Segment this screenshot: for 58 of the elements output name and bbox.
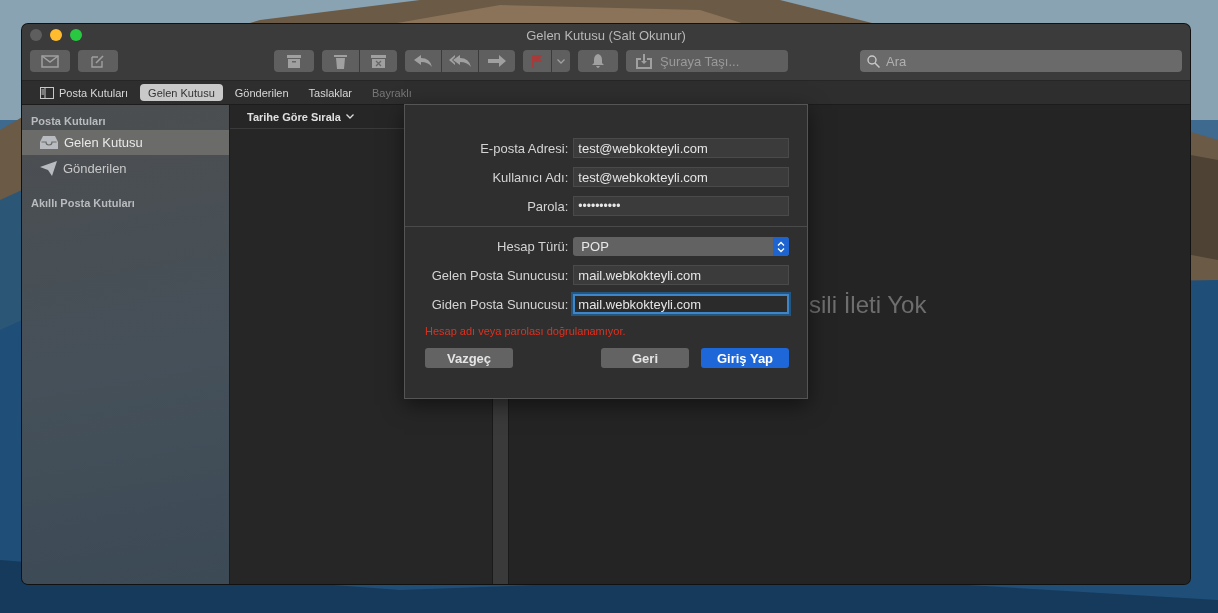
chevron-down-icon bbox=[345, 114, 354, 119]
sidebar-section-title: Posta Kutuları bbox=[30, 114, 107, 129]
reply-arrow-icon bbox=[414, 55, 432, 67]
account-type-popup[interactable]: POP bbox=[573, 237, 789, 256]
reply-button[interactable] bbox=[405, 50, 441, 72]
sidebar-icon bbox=[40, 86, 54, 99]
pencil-square-icon bbox=[91, 54, 105, 68]
trash-button[interactable] bbox=[322, 50, 359, 72]
sidebar-item[interactable]: Gönderilen bbox=[22, 156, 229, 181]
envelope-icon bbox=[41, 54, 59, 68]
default-button[interactable]: Giriş Yap bbox=[701, 348, 789, 368]
input-field[interactable]: test@webkokteyli.com bbox=[573, 167, 789, 187]
field-label: Gelen Posta Sunucusu: bbox=[430, 267, 570, 283]
favorite-mailbox[interactable]: Gelen Kutusu bbox=[140, 84, 223, 101]
archive-button[interactable] bbox=[274, 50, 314, 72]
field-label: Giden Posta Sunucusu: bbox=[430, 296, 570, 312]
search-icon bbox=[867, 54, 880, 68]
right-arrow-icon bbox=[488, 55, 506, 67]
field-label: Kullanıcı Adı: bbox=[491, 169, 570, 185]
tray-icon bbox=[40, 136, 58, 149]
back-button[interactable]: Geri bbox=[601, 348, 689, 368]
close-button[interactable] bbox=[30, 29, 42, 41]
empty-message-text: sili İleti Yok bbox=[809, 291, 927, 319]
field-label: Hesap Türü: bbox=[496, 239, 570, 254]
tray-down-arrow-icon bbox=[636, 53, 652, 69]
archive-box-icon bbox=[287, 54, 301, 68]
notification-button[interactable] bbox=[578, 50, 618, 72]
input-field[interactable]: test@webkokteyli.com bbox=[573, 138, 789, 158]
mailboxes-toggle[interactable]: Posta Kutuları bbox=[32, 84, 137, 101]
minimize-button[interactable] bbox=[50, 29, 62, 41]
input-field[interactable]: mail.webkokteyli.com bbox=[573, 265, 789, 285]
up-down-chevron-icon bbox=[777, 240, 785, 253]
reply-all-arrow-icon bbox=[449, 55, 471, 67]
get-mail-button[interactable] bbox=[30, 50, 70, 72]
sort-menu[interactable]: Tarihe Göre Sırala bbox=[247, 110, 354, 123]
cancel-button[interactable]: Vazgeç bbox=[425, 348, 513, 368]
bell-icon bbox=[592, 54, 604, 68]
paper-plane-icon bbox=[40, 161, 57, 176]
reply-all-button[interactable] bbox=[442, 50, 478, 72]
field-label: E-posta Adresi: bbox=[479, 140, 570, 156]
chevron-down-icon bbox=[557, 58, 565, 64]
junk-button[interactable] bbox=[360, 50, 397, 72]
zoom-button[interactable] bbox=[70, 29, 82, 41]
sidebar-section-title: Akıllı Posta Kutuları bbox=[30, 196, 136, 211]
input-field[interactable]: mail.webkokteyli.com bbox=[573, 294, 789, 314]
field-label: Parola: bbox=[526, 198, 570, 214]
window-title: Gelen Kutusu (Salt Okunur) bbox=[526, 28, 686, 43]
favorite-mailbox[interactable]: Gönderilen bbox=[226, 84, 297, 101]
favorite-mailbox[interactable]: Taslaklar bbox=[300, 84, 360, 101]
error-message: Hesap adı veya parolası doğrulanamıyor. bbox=[424, 325, 627, 337]
sidebar-item[interactable]: Gelen Kutusu bbox=[22, 130, 229, 155]
compose-button[interactable] bbox=[78, 50, 118, 72]
trash-icon bbox=[334, 53, 347, 69]
forward-button[interactable] bbox=[479, 50, 515, 72]
flag-menu-button[interactable] bbox=[552, 50, 570, 72]
input-field[interactable]: •••••••••• bbox=[573, 196, 789, 216]
junk-box-icon bbox=[371, 54, 386, 68]
flag-icon bbox=[532, 54, 542, 68]
